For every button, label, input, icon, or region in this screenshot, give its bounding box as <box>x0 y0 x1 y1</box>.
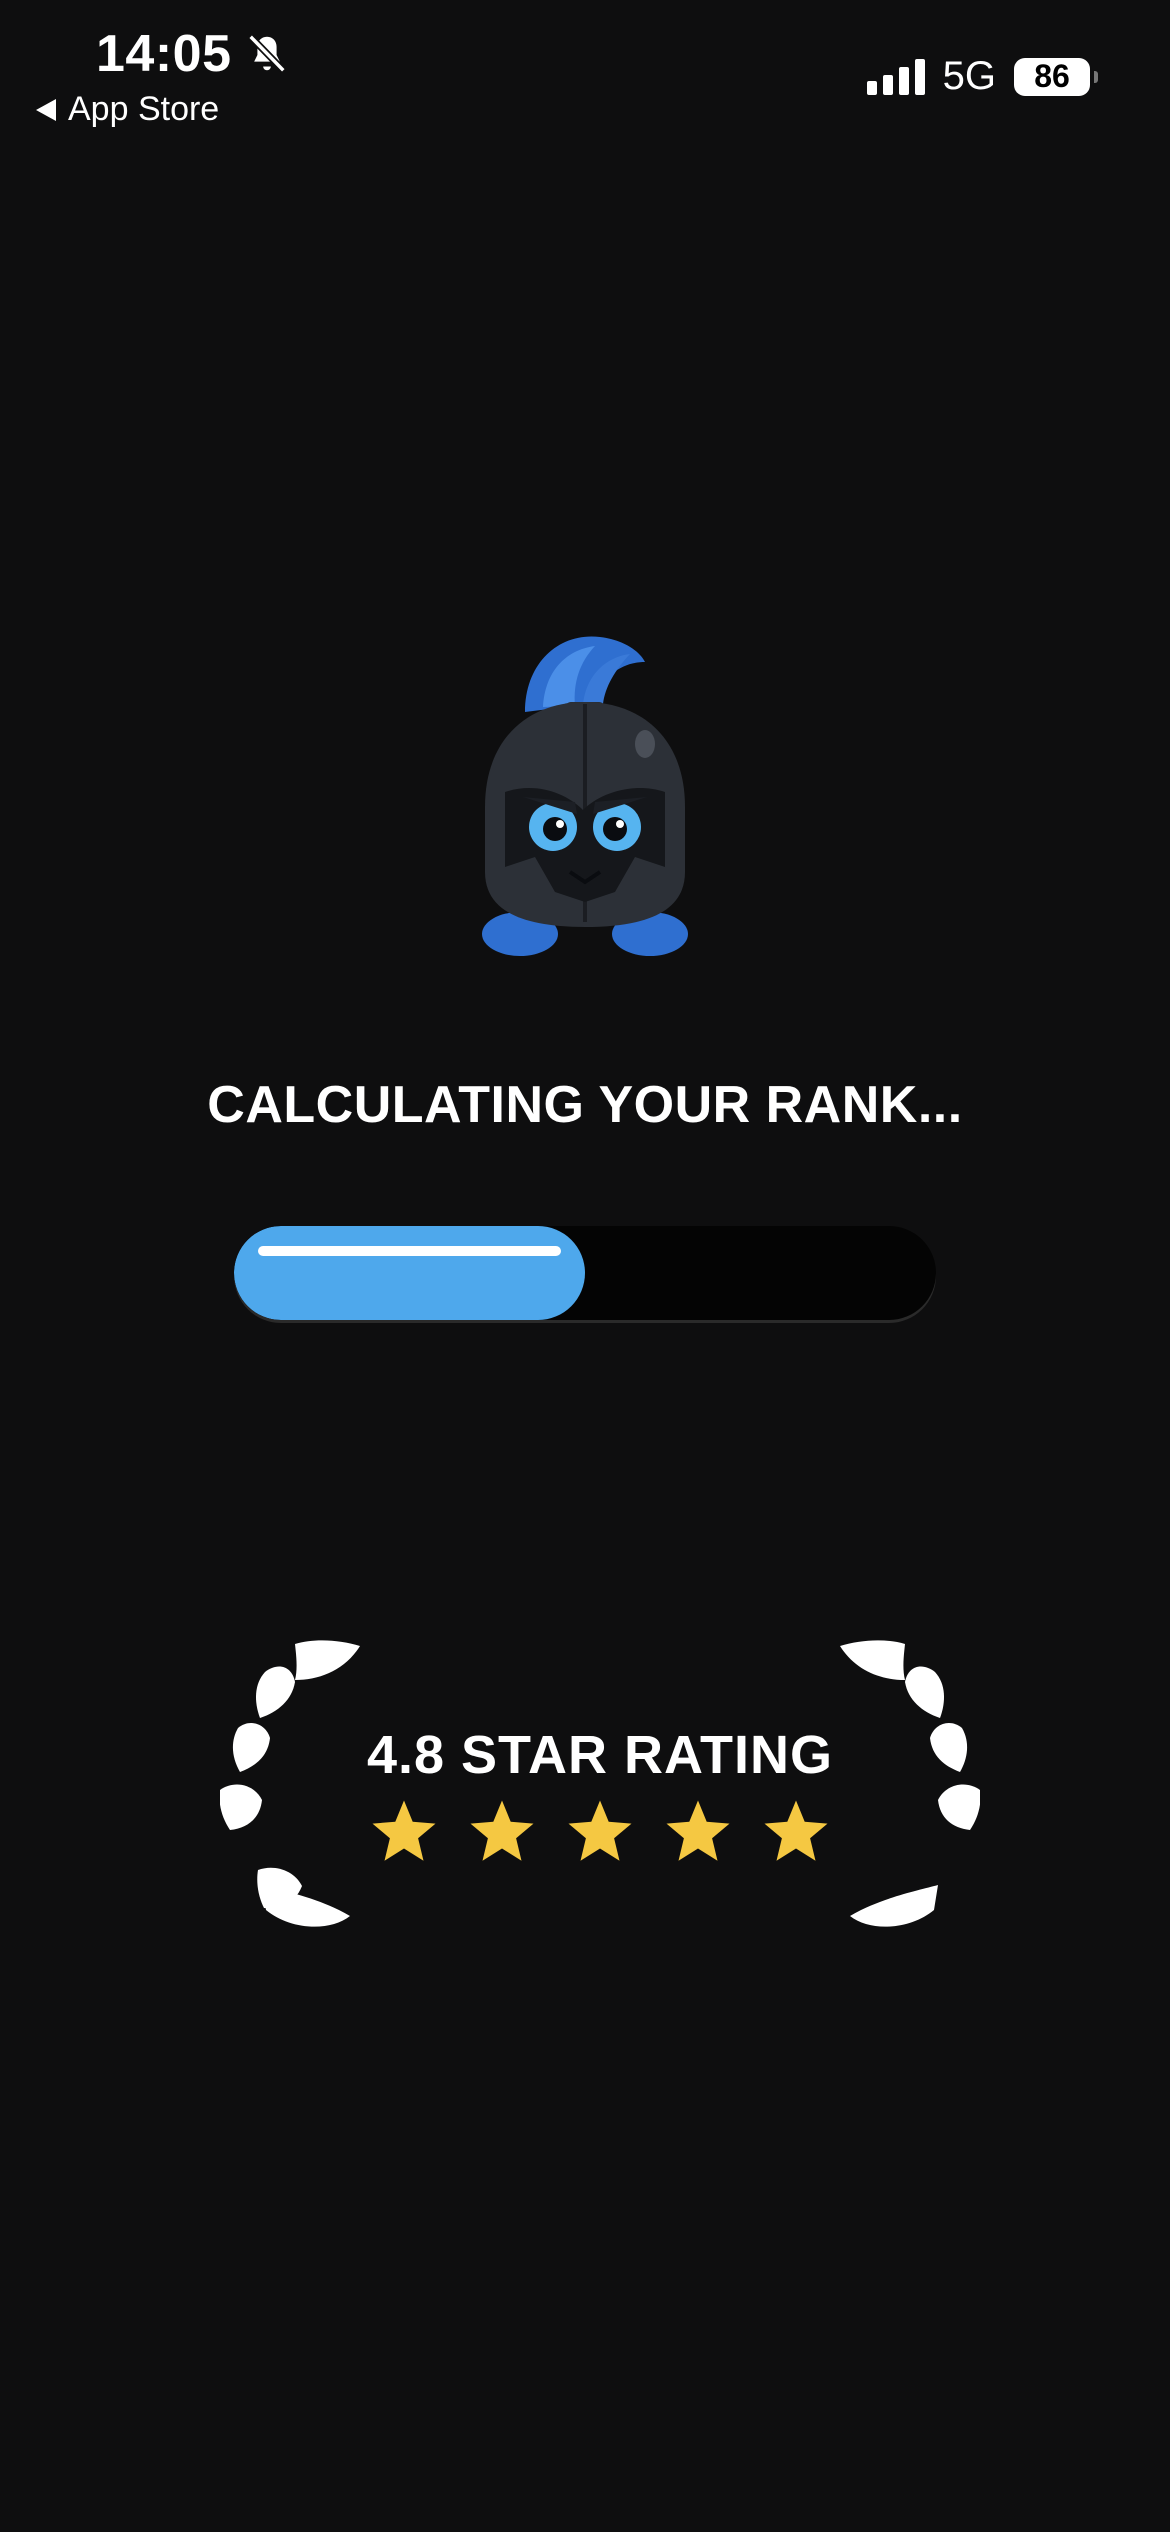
bell-slash-icon <box>247 34 286 73</box>
status-indicators: 5G 86 <box>866 54 1098 99</box>
star-icon <box>568 1800 632 1861</box>
battery-level: 86 <box>1034 58 1070 94</box>
star-row <box>220 1796 980 1868</box>
back-to-app-store-link[interactable]: App Store <box>36 90 219 129</box>
back-triangle-icon <box>36 98 56 121</box>
star-icon <box>764 1800 828 1861</box>
star-icon <box>372 1800 436 1861</box>
progress-bar-highlight <box>258 1246 561 1256</box>
time-text: 14:05 <box>96 25 232 83</box>
progress-bar <box>234 1226 936 1320</box>
rating-badge: 4.8 STAR RATING <box>220 1640 980 1930</box>
progress-bar-fill <box>234 1226 585 1320</box>
cellular-signal-icon <box>866 58 925 95</box>
star-icon <box>470 1800 534 1861</box>
star-icon <box>666 1800 730 1861</box>
calculating-rank-headline: CALCULATING YOUR RANK... <box>207 1076 963 1134</box>
battery-icon: 86 <box>1014 57 1098 96</box>
status-time: 14:05 <box>96 24 290 84</box>
knight-helmet-mascot <box>482 636 688 956</box>
network-type: 5G <box>942 54 996 98</box>
back-label: App Store <box>68 90 220 128</box>
rating-text: 4.8 STAR RATING <box>366 1725 834 1785</box>
